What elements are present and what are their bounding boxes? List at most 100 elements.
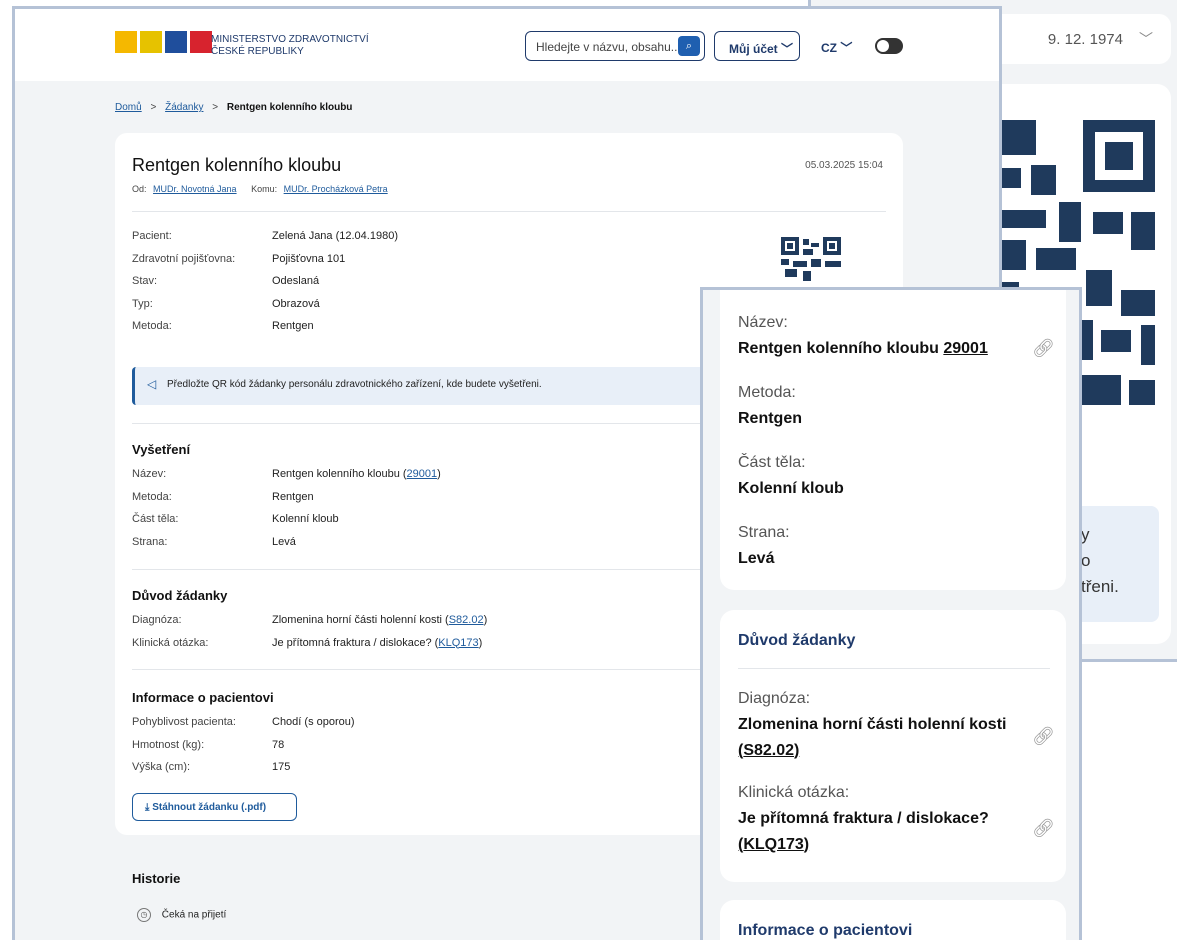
field-label: Metoda: xyxy=(132,490,172,503)
mobile-side-value: Levá xyxy=(738,550,775,567)
exam-heading: Vyšetření xyxy=(132,442,191,457)
info-line: o xyxy=(1081,551,1091,570)
divider xyxy=(738,668,1050,669)
mobile-question-value: Je přítomná fraktura / dislokace? (KLQ17… xyxy=(738,806,1028,858)
chevron-down-icon: ﹀ xyxy=(1139,31,1153,47)
field-label: Pohyblivost pacienta: xyxy=(132,716,236,728)
link-icon[interactable]: 🔗︎ xyxy=(1032,818,1055,839)
field-row: Název: Rentgen kolenního kloubu (29001) xyxy=(132,463,441,486)
mobile-name-label: Název: xyxy=(738,314,788,331)
language-label: CZ xyxy=(821,41,837,55)
notice-text: Předložte QR kód žádanky personálu zdrav… xyxy=(167,379,542,390)
history-item: ◷ Čeká na přijetí xyxy=(137,908,226,922)
field-row: Pohyblivost pacienta: Chodí (s oporou) xyxy=(132,711,355,734)
history-item-label: Čeká na přijetí xyxy=(161,909,227,921)
patient-fields: Pohyblivost pacienta: Chodí (s oporou) Hm… xyxy=(132,711,355,779)
field-value: Rentgen kolenního kloubu (29001) xyxy=(272,463,441,486)
field-value: Chodí (s oporou) xyxy=(272,716,355,728)
question-code-link[interactable]: (KLQ173) xyxy=(738,836,809,853)
ministry-name: MINISTERSTVO ZDRAVOTNICTVÍ ČESKÉ REPUBLI… xyxy=(211,34,369,58)
field-label: Metoda: xyxy=(132,320,172,332)
field-value: Levá xyxy=(272,535,296,548)
field-row: Výška (cm): 175 xyxy=(132,756,355,779)
field-label: Typ: xyxy=(132,297,153,310)
logo-tile-2 xyxy=(140,31,162,53)
language-select[interactable]: CZ ﹀ xyxy=(821,39,852,56)
field-row: Hmotnost (kg): 78 xyxy=(132,734,355,757)
paren: ) xyxy=(483,614,488,626)
account-button[interactable]: Můj účet ﹀ xyxy=(714,31,800,61)
mobile-request-screen: Název: Rentgen kolenního kloubu 29001 🔗︎… xyxy=(700,287,1082,940)
from-doctor-link[interactable]: MUDr. Novotná Jana xyxy=(153,184,237,194)
field-value: Zelená Jana (12.04.1980) xyxy=(272,230,398,242)
question-code-link[interactable]: KLQ173 xyxy=(438,637,478,649)
mobile-reason-heading: Důvod žádanky xyxy=(738,632,856,649)
field-value: Pojišťovna 101 xyxy=(272,252,346,265)
breadcrumb-separator: > xyxy=(150,102,157,113)
field-label: Strana: xyxy=(132,535,168,548)
download-label: Stáhnout žádanku (.pdf) xyxy=(152,802,267,813)
diagnosis-code-link[interactable]: S82.02 xyxy=(449,614,484,626)
mobile-diagnosis-value: Zlomenina horní části holenní kosti (S82… xyxy=(738,712,1028,764)
from-label: Od: xyxy=(132,184,147,194)
logo-tile-1 xyxy=(115,31,137,53)
ministry-line-1: MINISTERSTVO ZDRAVOTNICTVÍ xyxy=(211,34,369,45)
exam-code-link[interactable]: 29001 xyxy=(943,340,988,357)
mobile-method-value: Rentgen xyxy=(738,410,802,427)
mobile-question-label: Klinická otázka: xyxy=(738,784,850,801)
diagnosis-text: Zlomenina horní části holenní kosti ( xyxy=(272,614,449,626)
download-pdf-button[interactable]: ⤓ Stáhnout žádanku (.pdf) xyxy=(132,793,297,821)
exam-name: Rentgen kolenního kloubu ( xyxy=(272,468,407,480)
breadcrumb-separator: > xyxy=(212,102,219,113)
logo-tile-3 xyxy=(165,31,187,53)
field-label: Výška (cm): xyxy=(132,761,191,773)
breadcrumb-requests[interactable]: Žádanky xyxy=(165,102,203,113)
field-value: 78 xyxy=(272,738,285,751)
breadcrumb-home[interactable]: Domů xyxy=(115,102,142,113)
mobile-patient-card: Informace o pacientovi xyxy=(720,900,1066,940)
link-icon[interactable]: 🔗︎ xyxy=(1032,338,1055,359)
search-placeholder: Hledejte v názvu, obsahu... xyxy=(536,40,681,54)
mobile-exam-card: Název: Rentgen kolenního kloubu 29001 🔗︎… xyxy=(720,290,1066,590)
to-label: Komu: xyxy=(251,184,278,194)
field-row: Typ: Obrazová xyxy=(132,293,398,316)
request-fields: Pacient: Zelená Jana (12.04.1980) Zdravot… xyxy=(132,225,398,338)
ministry-logo[interactable] xyxy=(115,31,212,53)
to-doctor-link[interactable]: MUDr. Procházková Petra xyxy=(284,184,388,194)
field-row: Metoda: Rentgen xyxy=(132,315,398,338)
logo-tile-4 xyxy=(190,31,212,53)
field-row: Stav: Odeslaná xyxy=(132,270,398,293)
field-row: Klinická otázka: Je přítomná fraktura / d… xyxy=(132,632,487,655)
mobile-method-label: Metoda: xyxy=(738,384,796,401)
paren: ) xyxy=(478,636,483,649)
chevron-down-icon: ﹀ xyxy=(840,41,853,55)
reason-fields: Diagnóza: Zlomenina horní části holenní k… xyxy=(132,609,487,654)
mobile-patient-heading: Informace o pacientovi xyxy=(738,922,913,939)
field-label: Název: xyxy=(132,468,167,480)
field-value: Kolenní kloub xyxy=(272,513,339,525)
diagnosis-code-link[interactable]: (S82.02) xyxy=(738,742,799,759)
search-icon[interactable]: ⌕ xyxy=(678,36,700,56)
exam-code-link[interactable]: 29001 xyxy=(407,468,438,480)
birthdate-value: 9. 12. 1974 xyxy=(1047,30,1123,48)
field-value: Obrazová xyxy=(272,297,320,310)
question-code: KLQ173 xyxy=(743,836,804,853)
field-row: Diagnóza: Zlomenina horní části holenní k… xyxy=(132,609,487,632)
info-line: třeni. xyxy=(1081,577,1119,596)
mobile-side-label: Strana: xyxy=(738,524,790,541)
mobile-name-value: Rentgen kolenního kloubu 29001 xyxy=(738,336,988,362)
field-row: Strana: Levá xyxy=(132,531,441,554)
field-label: Diagnóza: xyxy=(132,614,182,626)
theme-toggle[interactable] xyxy=(875,38,903,54)
search-input[interactable]: Hledejte v názvu, obsahu... ⌕ xyxy=(525,31,705,61)
sender-recipient: Od: MUDr. Novotná Jana Komu: MUDr. Proch… xyxy=(132,184,400,194)
ministry-line-2: ČESKÉ REPUBLIKY xyxy=(211,46,304,57)
link-icon[interactable]: 🔗︎ xyxy=(1032,726,1055,747)
site-header: MINISTERSTVO ZDRAVOTNICTVÍ ČESKÉ REPUBLI… xyxy=(15,9,999,81)
exam-name: Rentgen kolenního kloubu xyxy=(738,340,939,357)
field-value: Rentgen xyxy=(272,320,314,332)
account-label: Můj účet xyxy=(729,42,778,56)
mobile-body-label: Část těla: xyxy=(738,454,806,471)
clock-icon: ◷ xyxy=(137,908,151,922)
qr-info-box-partial: y o třeni. xyxy=(1081,506,1159,622)
